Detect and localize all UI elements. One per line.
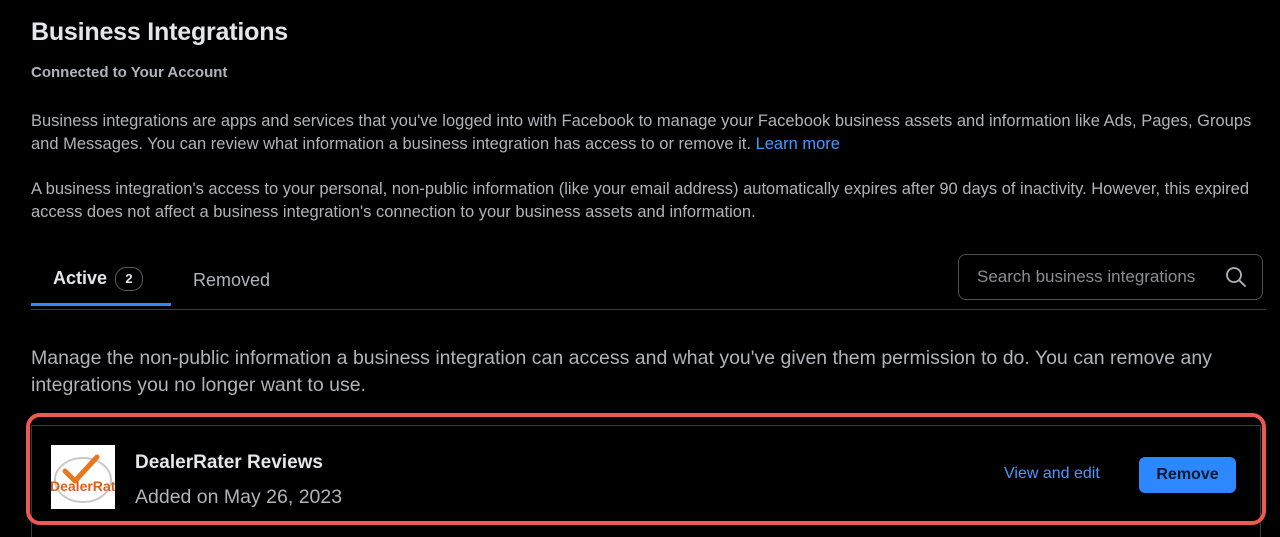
integration-name: DealerRater Reviews <box>135 452 323 473</box>
learn-more-link[interactable]: Learn more <box>756 135 840 153</box>
search-box <box>958 254 1263 300</box>
search-input[interactable] <box>975 266 1224 288</box>
active-count-badge: 2 <box>115 266 144 291</box>
manage-description: Manage the non-public information a busi… <box>31 347 1212 396</box>
search-icon[interactable] <box>1224 265 1248 289</box>
page-subtitle: Connected to Your Account <box>31 64 228 81</box>
logo-text: DealerRat <box>51 478 115 494</box>
tab-removed[interactable]: Removed <box>193 254 270 306</box>
tab-active-label: Active <box>53 268 108 288</box>
description-text-1: Business integrations are apps and servi… <box>31 112 1252 153</box>
tab-removed-label: Removed <box>193 269 271 290</box>
business-integrations-page: Business Integrations Connected to Your … <box>0 0 1280 537</box>
dealerrater-logo-icon: DealerRat <box>51 445 115 509</box>
description-paragraph-2: A business integration's access to your … <box>31 180 1250 221</box>
remove-button[interactable]: Remove <box>1139 457 1236 493</box>
dealerrater-logo: DealerRat <box>51 445 115 509</box>
page-title: Business Integrations <box>31 18 288 46</box>
tab-active[interactable]: Active 2 <box>31 254 171 306</box>
description-paragraph-1: Business integrations are apps and servi… <box>31 110 1261 156</box>
view-and-edit-link[interactable]: View and edit <box>1004 465 1100 483</box>
integration-added-date: Added on May 26, 2023 <box>135 486 343 508</box>
